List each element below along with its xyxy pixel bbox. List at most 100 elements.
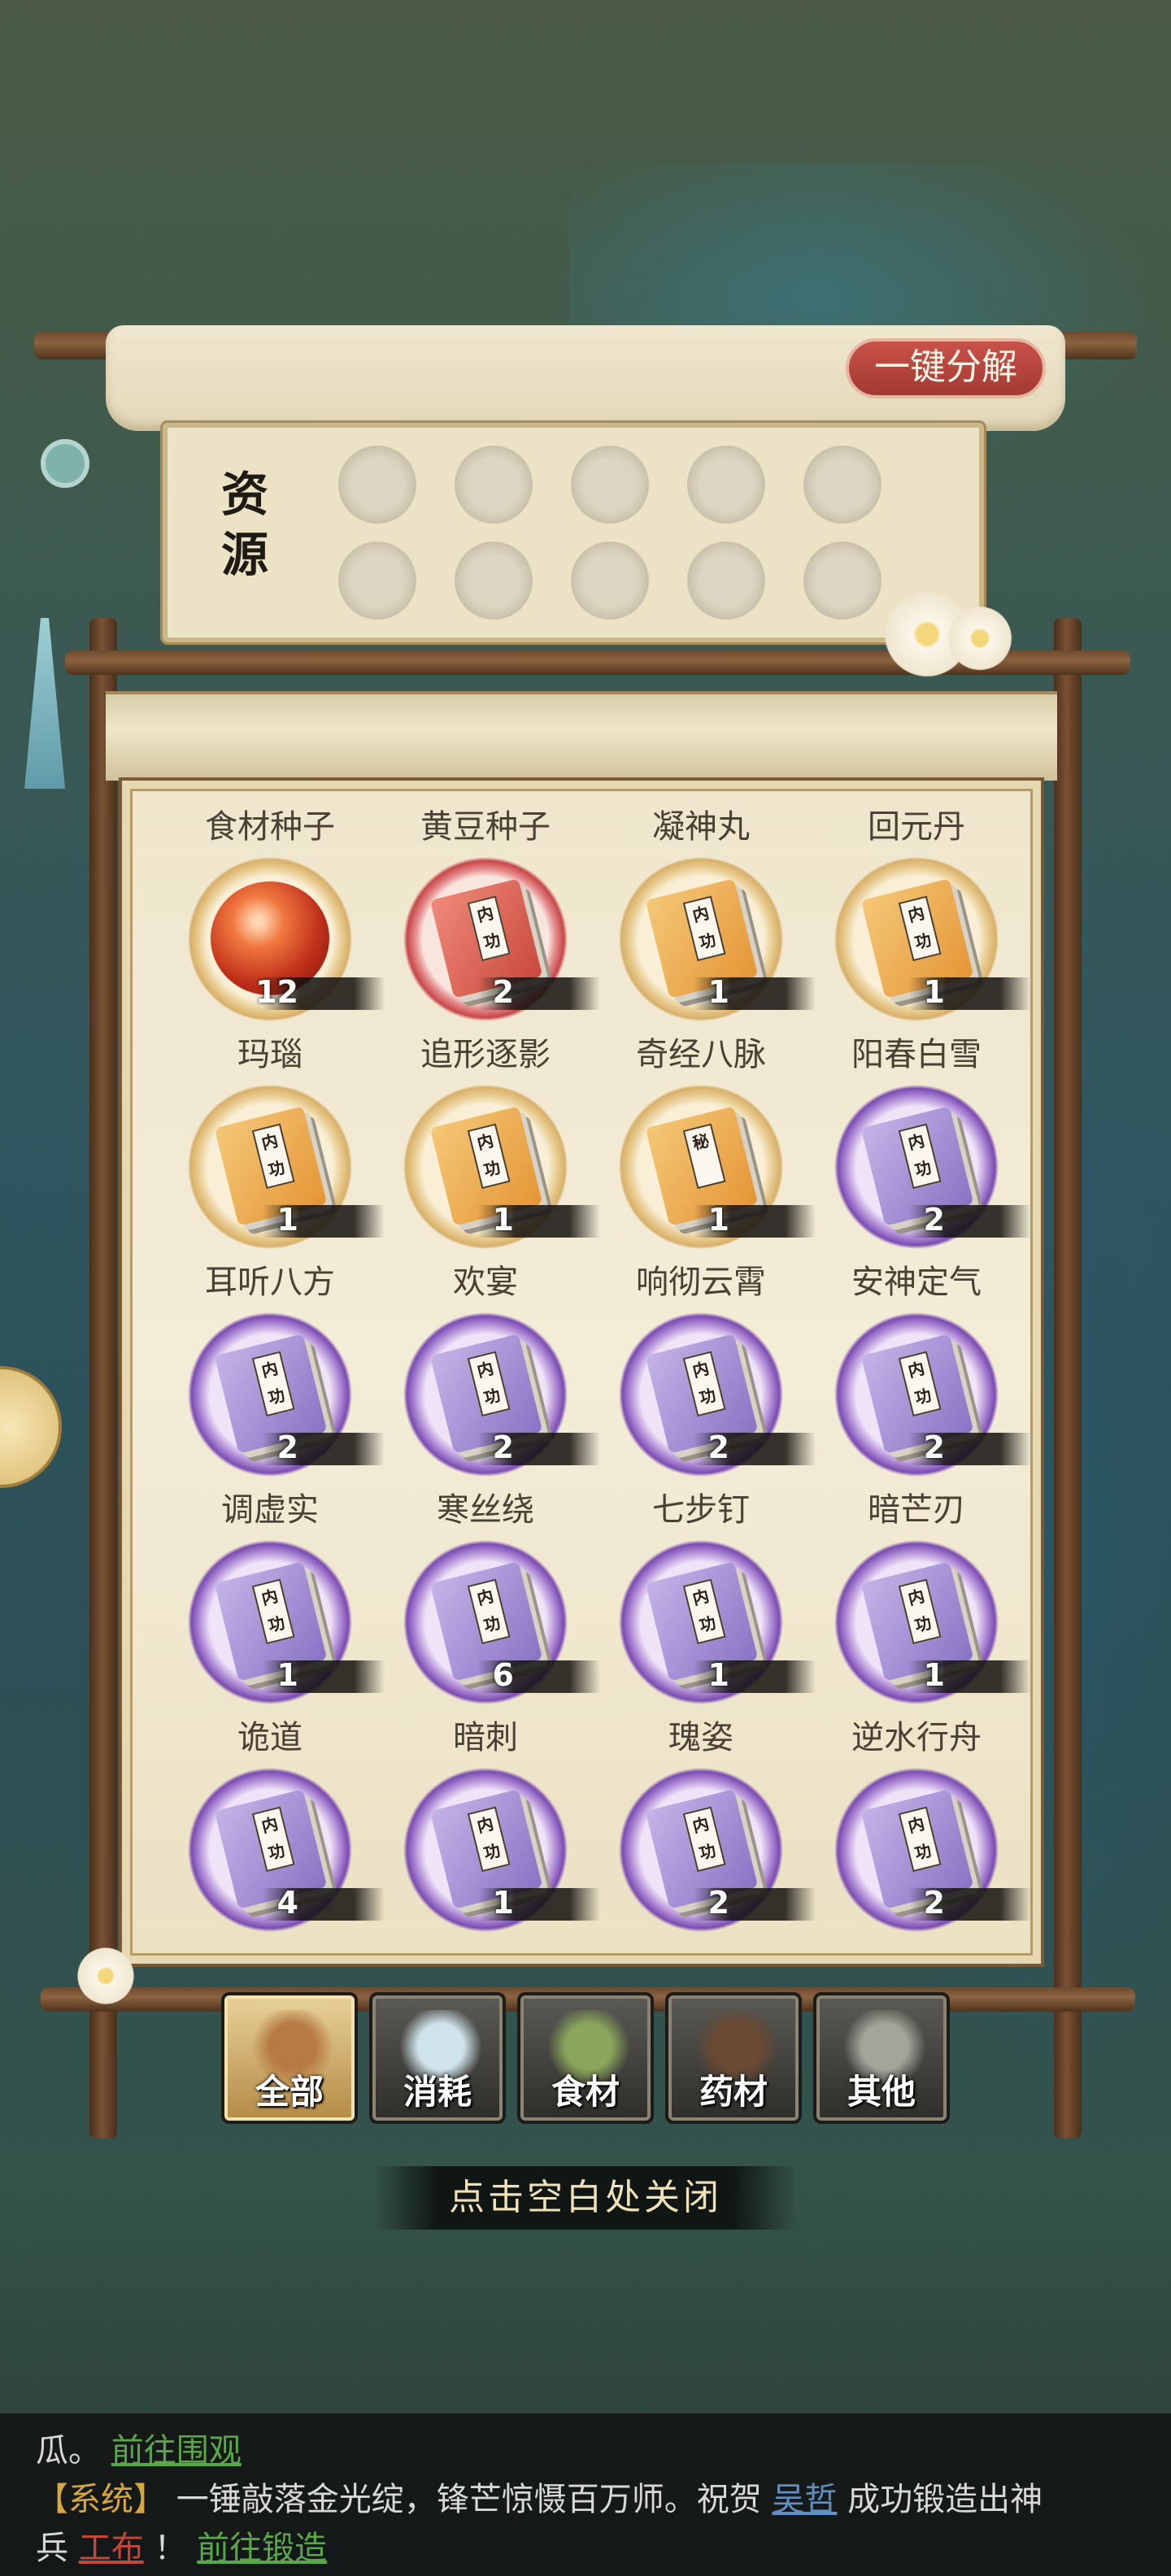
item-name: 逆水行舟 bbox=[851, 1719, 982, 1756]
item-slot[interactable]: 秘1 bbox=[616, 1081, 816, 1252]
item-slot[interactable]: 内功 2 bbox=[831, 1081, 1031, 1252]
item-slot[interactable]: 内功 2 bbox=[831, 1764, 1031, 1935]
tassel-icon bbox=[24, 618, 65, 789]
item-slot[interactable]: 内功 1 bbox=[400, 1081, 600, 1252]
book-tag: 内功 bbox=[898, 1351, 942, 1417]
item-slot[interactable]: 内功 2 bbox=[616, 1764, 816, 1935]
tab-bronze-vessel[interactable]: 其他 bbox=[813, 1992, 950, 2124]
resource-slot[interactable] bbox=[571, 542, 649, 620]
chat-item-link[interactable]: 工布 bbox=[79, 2530, 144, 2567]
tab-potion-bottle[interactable]: 消耗 bbox=[369, 1992, 506, 2124]
book-tag: 内功 bbox=[898, 1578, 942, 1645]
item-name: 耳听八方 bbox=[205, 1264, 335, 1301]
item-count: 1 bbox=[923, 974, 945, 1010]
item-count: 2 bbox=[707, 1429, 729, 1465]
resource-slot[interactable] bbox=[338, 446, 416, 524]
item-name: 食材种子 bbox=[205, 808, 335, 846]
book-tag: 内功 bbox=[251, 1806, 295, 1873]
tab-label: 食材 bbox=[551, 2072, 620, 2112]
chat-text: 成功锻造出神 bbox=[847, 2481, 1043, 2518]
resource-title: 资源 bbox=[220, 467, 268, 582]
book-tag: 内功 bbox=[467, 1806, 511, 1873]
item-count: 2 bbox=[492, 974, 514, 1010]
book-tag: 内功 bbox=[682, 1351, 726, 1417]
book-tag: 内功 bbox=[467, 1578, 511, 1645]
chat-text: 瓜。 bbox=[36, 2432, 101, 2469]
chat-text: 一锤敲落金光绽，锋芒惊慑百万师。祝贺 bbox=[176, 2481, 762, 2518]
item-name: 追形逐影 bbox=[420, 1036, 551, 1073]
item-count: 1 bbox=[276, 1202, 298, 1238]
item-slot[interactable]: 内功 2 bbox=[185, 1309, 385, 1480]
resource-slot[interactable] bbox=[803, 542, 882, 620]
book-tag: 内功 bbox=[898, 1806, 942, 1873]
item-count: 2 bbox=[923, 1885, 945, 1921]
book-tag: 内功 bbox=[682, 1578, 726, 1645]
item-slot[interactable]: 内功 1 bbox=[185, 1537, 385, 1708]
item-slot[interactable]: 内功 2 bbox=[616, 1309, 816, 1480]
item-slot[interactable]: 12 bbox=[185, 854, 385, 1025]
item-name: 奇经八脉 bbox=[636, 1036, 766, 1073]
decompose-all-button[interactable]: 一键分解 bbox=[846, 338, 1046, 398]
item-count: 4 bbox=[276, 1885, 298, 1921]
resource-slot[interactable] bbox=[455, 542, 533, 620]
tab-treasure-chest[interactable]: 全部 bbox=[221, 1992, 358, 2124]
item-slot[interactable]: 内功 4 bbox=[185, 1764, 385, 1935]
frame-pole-left bbox=[89, 618, 117, 2139]
inventory-panel: 食材种子 12 黄豆种子 内功 2 凝神丸 内功 1 回元丹 内功 1 玛瑙 内功 1 追形逐影 内功 1 奇经八… bbox=[122, 781, 1041, 1964]
book-tag: 内功 bbox=[251, 1123, 295, 1190]
resource-slot[interactable] bbox=[571, 446, 649, 524]
chat-log: 瓜。 前往围观 【系统】 一锤敲落金光绽，锋芒惊慑百万师。祝贺 吴哲 成功锻造出… bbox=[0, 2413, 1171, 2576]
tab-vegetable-basket[interactable]: 食材 bbox=[517, 1992, 654, 2124]
item-name: 响彻云霄 bbox=[636, 1264, 766, 1301]
book-tag: 内功 bbox=[682, 1806, 726, 1873]
chat-channel: 【系统】 bbox=[36, 2481, 166, 2518]
item-name: 回元丹 bbox=[868, 808, 965, 846]
resource-panel: 资源 bbox=[160, 420, 986, 645]
item-slot[interactable]: 内功 2 bbox=[400, 854, 600, 1025]
book-tag: 秘 bbox=[682, 1123, 726, 1190]
book-tag: 内功 bbox=[467, 895, 511, 962]
item-slot[interactable]: 内功 1 bbox=[185, 1081, 385, 1252]
book-tag: 内功 bbox=[682, 895, 726, 962]
resource-slot[interactable] bbox=[455, 446, 533, 524]
resource-slot[interactable] bbox=[803, 446, 882, 524]
item-name: 寒丝绕 bbox=[437, 1491, 534, 1529]
chat-link[interactable]: 前往围观 bbox=[111, 2432, 242, 2469]
close-hint[interactable]: 点击空白处关闭 bbox=[374, 2166, 797, 2230]
item-slot[interactable]: 内功 2 bbox=[400, 1309, 600, 1480]
chat-user-link[interactable]: 吴哲 bbox=[772, 2481, 837, 2518]
chat-text: 兵 bbox=[36, 2530, 68, 2567]
item-slot[interactable]: 内功 1 bbox=[616, 1537, 816, 1708]
scroll-roll bbox=[106, 691, 1057, 781]
item-slot[interactable]: 内功 1 bbox=[831, 1537, 1031, 1708]
item-count: 1 bbox=[707, 1657, 729, 1693]
item-slot[interactable]: 内功 6 bbox=[400, 1537, 600, 1708]
item-slot[interactable]: 内功 2 bbox=[831, 1309, 1031, 1480]
item-count: 1 bbox=[492, 1885, 514, 1921]
tab-herb-pot[interactable]: 药材 bbox=[665, 1992, 802, 2124]
jade-pendant-icon bbox=[41, 439, 89, 488]
item-count: 2 bbox=[276, 1429, 298, 1465]
item-count: 2 bbox=[923, 1429, 945, 1465]
item-slot[interactable]: 内功 1 bbox=[400, 1764, 600, 1935]
item-slot[interactable]: 内功 1 bbox=[616, 854, 816, 1025]
item-count: 6 bbox=[492, 1657, 514, 1693]
resource-slot[interactable] bbox=[687, 542, 765, 620]
item-name: 阳春白雪 bbox=[851, 1036, 982, 1073]
tab-label: 其他 bbox=[847, 2072, 916, 2112]
item-slot[interactable]: 内功 1 bbox=[831, 854, 1031, 1025]
chat-text: ！ bbox=[154, 2530, 187, 2567]
tab-label: 药材 bbox=[699, 2072, 768, 2112]
chat-link[interactable]: 前往锻造 bbox=[197, 2530, 327, 2567]
frame-pole-right bbox=[1054, 618, 1082, 2139]
item-name: 瑰姿 bbox=[668, 1719, 734, 1756]
tab-label: 消耗 bbox=[403, 2072, 472, 2112]
resource-slot[interactable] bbox=[687, 446, 765, 524]
item-count: 1 bbox=[276, 1657, 298, 1693]
item-name: 玛瑙 bbox=[237, 1036, 303, 1073]
book-tag: 内功 bbox=[898, 1123, 942, 1190]
resource-slot[interactable] bbox=[338, 542, 416, 620]
side-chat-bubble-icon[interactable] bbox=[0, 1366, 62, 1488]
flower-decoration-icon bbox=[73, 1943, 138, 2008]
chat-line: 兵 工布 ！ 前往锻造 bbox=[36, 2524, 1135, 2573]
